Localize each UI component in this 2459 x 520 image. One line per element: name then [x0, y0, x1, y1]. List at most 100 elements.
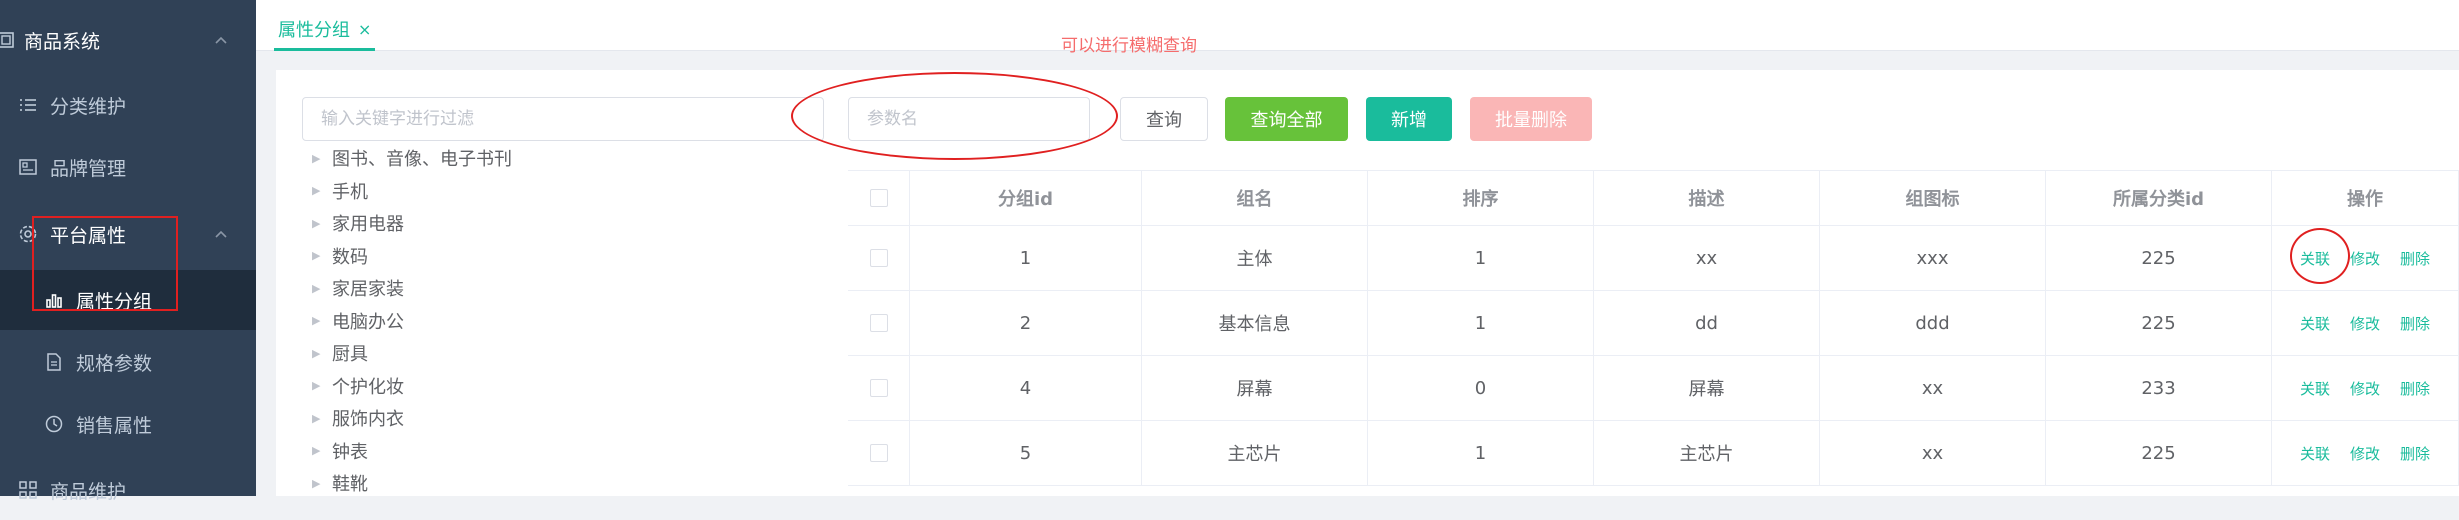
query-button[interactable]: 查询 [1120, 97, 1208, 141]
add-button[interactable]: 新增 [1366, 97, 1452, 141]
edit-link[interactable]: 修改 [2350, 443, 2380, 464]
caret-right-icon[interactable]: ▶ [312, 282, 332, 295]
table-cell: 主体 [1142, 226, 1368, 290]
caret-right-icon[interactable]: ▶ [312, 347, 332, 360]
edit-link[interactable]: 修改 [2350, 248, 2380, 269]
query-all-button[interactable]: 查询全部 [1225, 97, 1348, 141]
select-all-checkbox[interactable] [869, 189, 888, 207]
tab-label: 属性分组 [278, 20, 350, 41]
caret-right-icon[interactable]: ▶ [312, 217, 332, 230]
tree-node[interactable]: ▶ 钟表 [312, 435, 812, 468]
table-cell: 225 [2046, 226, 2272, 290]
column-header: 操作 [2272, 171, 2459, 225]
tree-node-label: 家用电器 [332, 214, 404, 236]
delete-link[interactable]: 删除 [2400, 248, 2430, 269]
caret-right-icon[interactable]: ▶ [312, 314, 332, 327]
table-cell: 基本信息 [1142, 291, 1368, 355]
select-cell [848, 421, 910, 485]
tree-node[interactable]: ▶ 服饰内衣 [312, 402, 812, 435]
table-row: 2 基本信息 1 dd ddd 225 关联 修改 删除 [848, 291, 2459, 356]
table-cell: 2 [910, 291, 1142, 355]
tree-node-label: 鞋靴 [332, 474, 368, 496]
attr-group-table: 分组id 组名 排序 描述 组图标 所属分类id 操作 1 主体 1 xx xxx 225 关联 修改 删除 2… [848, 170, 2459, 486]
actions-cell: 关联 修改 删除 [2272, 291, 2459, 355]
actions-cell: 关联 修改 删除 [2272, 421, 2459, 485]
picture-icon [18, 157, 38, 177]
row-checkbox[interactable] [869, 444, 888, 462]
tree-node[interactable]: ▶ 厨具 [312, 337, 812, 370]
tree-node-label: 家居家装 [332, 279, 404, 301]
tree-node-label: 数码 [332, 246, 368, 268]
sidebar-item-label: 品牌管理 [50, 157, 127, 180]
relate-link[interactable]: 关联 [2300, 443, 2330, 464]
tree-node[interactable]: ▶ 家居家装 [312, 272, 812, 305]
tab-attr-group[interactable]: 属性分组 × [274, 10, 376, 51]
filter-input[interactable] [303, 98, 823, 140]
tree-filter-input[interactable] [302, 97, 824, 141]
row-checkbox[interactable] [869, 249, 888, 267]
table-cell: xxx [1820, 226, 2046, 290]
delete-link[interactable]: 删除 [2400, 378, 2430, 399]
actions-cell: 关联 修改 删除 [2272, 356, 2459, 420]
category-tree: ▶ 图书、音像、电子书刊 ▶ 手机 ▶ 家用电器 ▶ 数码 ▶ 家居家装 ▶ 电脑办公 ▶ 厨具 ▶ 个护化妆… [312, 142, 812, 500]
column-header: 组名 [1142, 171, 1368, 225]
caret-right-icon[interactable]: ▶ [312, 379, 332, 392]
table-cell: ddd [1820, 291, 2046, 355]
grid-icon [0, 30, 16, 50]
table-row: 5 主芯片 1 主芯片 xx 225 关联 修改 删除 [848, 421, 2459, 486]
table-cell: 225 [2046, 421, 2272, 485]
table-cell: xx [1820, 421, 2046, 485]
column-header: 分组id [910, 171, 1142, 225]
document-icon [44, 352, 64, 372]
sidebar-item-product-system[interactable]: 商品系统 [0, 10, 256, 70]
table-cell: 屏幕 [1142, 356, 1368, 420]
tree-node[interactable]: ▶ 电脑办公 [312, 305, 812, 338]
select-cell [848, 226, 910, 290]
tree-node[interactable]: ▶ 图书、音像、电子书刊 [312, 142, 812, 175]
tree-node[interactable]: ▶ 个护化妆 [312, 370, 812, 403]
relate-link[interactable]: 关联 [2300, 313, 2330, 334]
table-cell: 1 [910, 226, 1142, 290]
delete-link[interactable]: 删除 [2400, 313, 2430, 334]
sidebar-item-sales-attr[interactable]: 销售属性 [0, 394, 256, 454]
sidebar-item-spec-params[interactable]: 规格参数 [0, 332, 256, 392]
relate-link[interactable]: 关联 [2300, 378, 2330, 399]
table-header-row: 分组id 组名 排序 描述 组图标 所属分类id 操作 [848, 171, 2459, 226]
clock-icon [44, 414, 64, 434]
tree-node[interactable]: ▶ 手机 [312, 175, 812, 208]
batch-delete-button[interactable]: 批量删除 [1470, 97, 1592, 141]
column-header: 组图标 [1820, 171, 2046, 225]
sidebar-item-brand[interactable]: 品牌管理 [0, 137, 256, 197]
caret-right-icon[interactable]: ▶ [312, 184, 332, 197]
caret-right-icon[interactable]: ▶ [312, 249, 332, 262]
tree-node[interactable]: ▶ 家用电器 [312, 207, 812, 240]
row-checkbox[interactable] [869, 314, 888, 332]
annotation-rect [32, 216, 178, 311]
table-cell: 1 [1368, 421, 1594, 485]
chevron-up-icon [214, 224, 228, 243]
caret-right-icon[interactable]: ▶ [312, 412, 332, 425]
sidebar-item-label: 销售属性 [76, 414, 153, 437]
tree-node[interactable]: ▶ 数码 [312, 240, 812, 273]
sidebar-item-label: 分类维护 [50, 95, 127, 118]
edit-link[interactable]: 修改 [2350, 313, 2380, 334]
table-cell: 1 [1368, 226, 1594, 290]
tree-node-label: 个护化妆 [332, 376, 404, 398]
row-checkbox[interactable] [869, 379, 888, 397]
table-cell: dd [1594, 291, 1820, 355]
column-header: 所属分类id [2046, 171, 2272, 225]
caret-right-icon[interactable]: ▶ [312, 152, 332, 165]
close-icon[interactable]: × [358, 20, 371, 39]
table-cell: 主芯片 [1594, 421, 1820, 485]
annotation-ellipse-search [791, 72, 1118, 160]
chevron-up-icon [214, 30, 228, 49]
sidebar-item-product-maint[interactable]: 商品维护 [0, 460, 256, 520]
tree-node-label: 服饰内衣 [332, 409, 404, 431]
caret-right-icon[interactable]: ▶ [312, 444, 332, 457]
header-select-cell [848, 171, 910, 225]
tree-node[interactable]: ▶ 鞋靴 [312, 467, 812, 500]
caret-right-icon[interactable]: ▶ [312, 477, 332, 490]
sidebar-item-category[interactable]: 分类维护 [0, 75, 256, 135]
delete-link[interactable]: 删除 [2400, 443, 2430, 464]
edit-link[interactable]: 修改 [2350, 378, 2380, 399]
